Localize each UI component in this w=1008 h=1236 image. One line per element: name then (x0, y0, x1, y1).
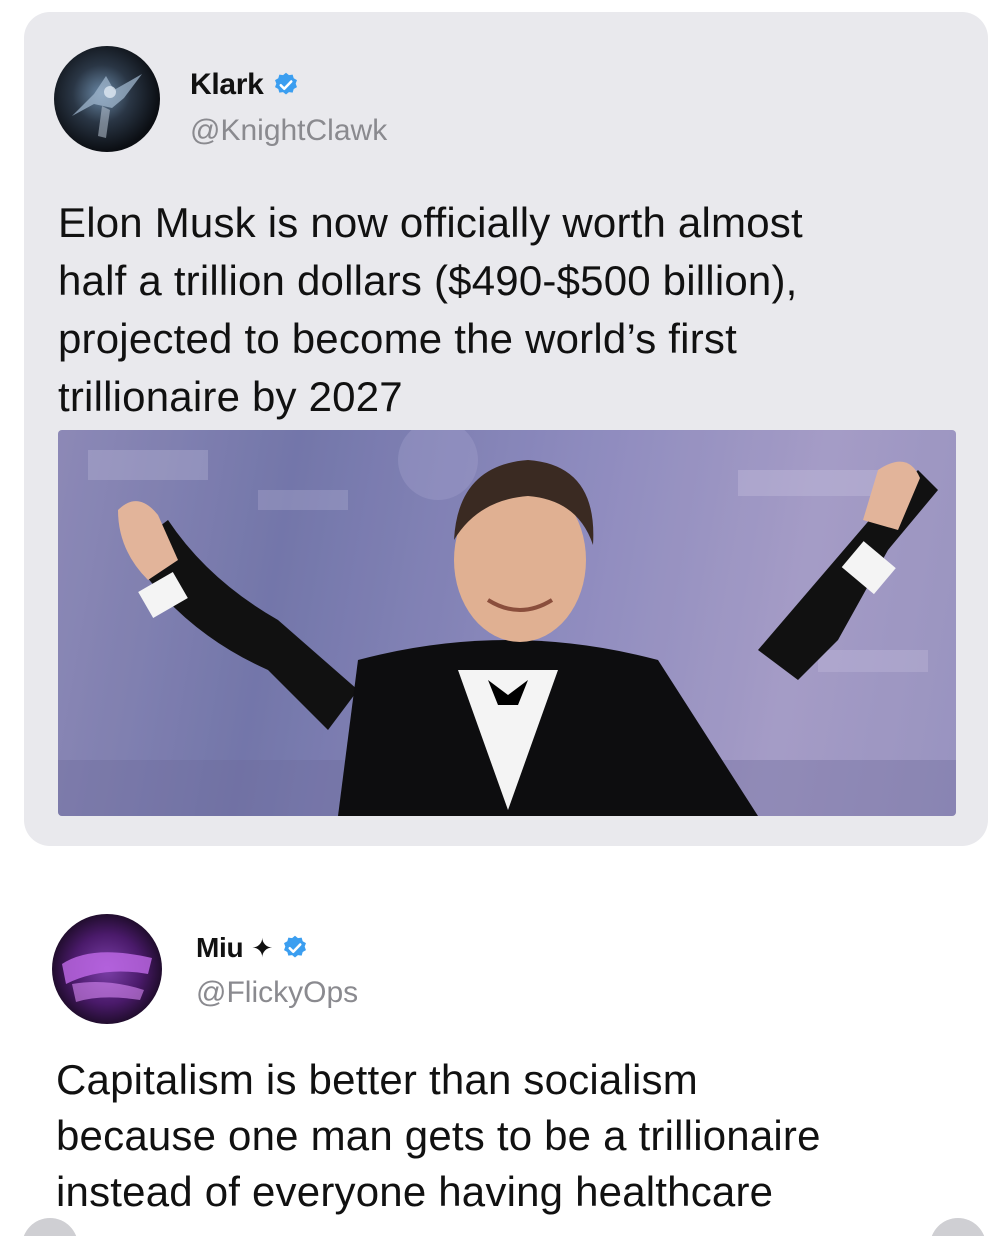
quoted-tweet-card[interactable]: Klark @KnightClawk Elon Musk is now offi… (24, 12, 988, 846)
tweet-text-line: Capitalism is better than socialism (56, 1056, 698, 1103)
avatar[interactable] (52, 914, 162, 1024)
tweet-photo[interactable] (58, 430, 956, 816)
verified-badge-icon (284, 935, 307, 958)
tweet-text-line: half a trillion dollars ($490-$500 billi… (58, 257, 798, 304)
verified-badge-icon (274, 72, 297, 95)
author-name-row: Klark (190, 68, 300, 102)
tweet-text: Elon Musk is now officially worth almost… (58, 194, 968, 426)
tweet-text-line: because one man gets to be a trillionair… (56, 1112, 821, 1159)
tweet-text-line: projected to become the world’s first (58, 315, 737, 362)
tweet-text-line: instead of everyone having healthcare (56, 1168, 774, 1215)
avatar-image (62, 952, 152, 1002)
avatar-image (72, 74, 142, 138)
author-handle[interactable]: @FlickyOps (196, 976, 358, 1010)
author-name-row: Miu ✦ (196, 932, 309, 964)
sparkle-icon: ✦ (251, 932, 274, 963)
photo-man-in-tuxedo (58, 430, 956, 816)
author-display-name[interactable]: Klark (190, 68, 264, 102)
author-display-name[interactable]: Miu (196, 932, 244, 964)
tweet-text-line: trillionaire by 2027 (58, 373, 403, 420)
tweet-text: Capitalism is better than socialism beca… (56, 1052, 996, 1220)
reply-tweet[interactable]: Miu ✦ @FlickyOps Capitalism is better th… (0, 880, 1008, 1236)
tweet-text-line: Elon Musk is now officially worth almost (58, 199, 803, 246)
tweet-screenshot: Klark @KnightClawk Elon Musk is now offi… (0, 0, 1008, 1236)
avatar[interactable] (54, 46, 160, 152)
author-handle[interactable]: @KnightClawk (190, 114, 387, 148)
